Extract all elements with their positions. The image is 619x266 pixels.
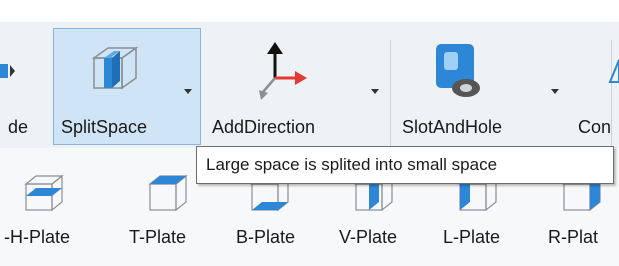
- chevron-down-icon[interactable]: [184, 89, 192, 94]
- splitspace-label: SplitSpace: [61, 117, 148, 137]
- partial-shape-icon: [608, 59, 619, 83]
- h-plate-icon[interactable]: [22, 172, 66, 216]
- partial-arrow-icon: [0, 64, 15, 78]
- slot-and-hole-icon: [436, 44, 480, 97]
- chevron-down-icon[interactable]: [551, 89, 559, 94]
- previous-tool-label: de: [8, 117, 29, 137]
- split-space-cube-icon: [91, 46, 139, 90]
- v-plate-label[interactable]: V-Plate: [339, 227, 397, 247]
- t-plate-icon[interactable]: [146, 172, 190, 216]
- b-plate-label[interactable]: B-Plate: [236, 227, 295, 247]
- ribbon-separator: [390, 40, 391, 146]
- h-plate-label[interactable]: -H-Plate: [4, 227, 70, 247]
- l-plate-label[interactable]: L-Plate: [443, 227, 500, 247]
- cad-ribbon-toolbar: de SplitSpace AddDirection SlotAndHole C…: [0, 0, 619, 266]
- r-plate-label[interactable]: R-Plat: [548, 227, 598, 247]
- con-label: Con: [578, 117, 612, 137]
- t-plate-label[interactable]: T-Plate: [129, 227, 186, 247]
- chevron-down-icon[interactable]: [371, 89, 379, 94]
- splitspace-tooltip: Large space is splited into small space: [196, 146, 614, 184]
- slotandhole-label: SlotAndHole: [402, 117, 503, 137]
- axis-direction-arrows-icon: [259, 42, 307, 100]
- top-band: [0, 0, 619, 22]
- adddirection-label: AddDirection: [212, 117, 316, 137]
